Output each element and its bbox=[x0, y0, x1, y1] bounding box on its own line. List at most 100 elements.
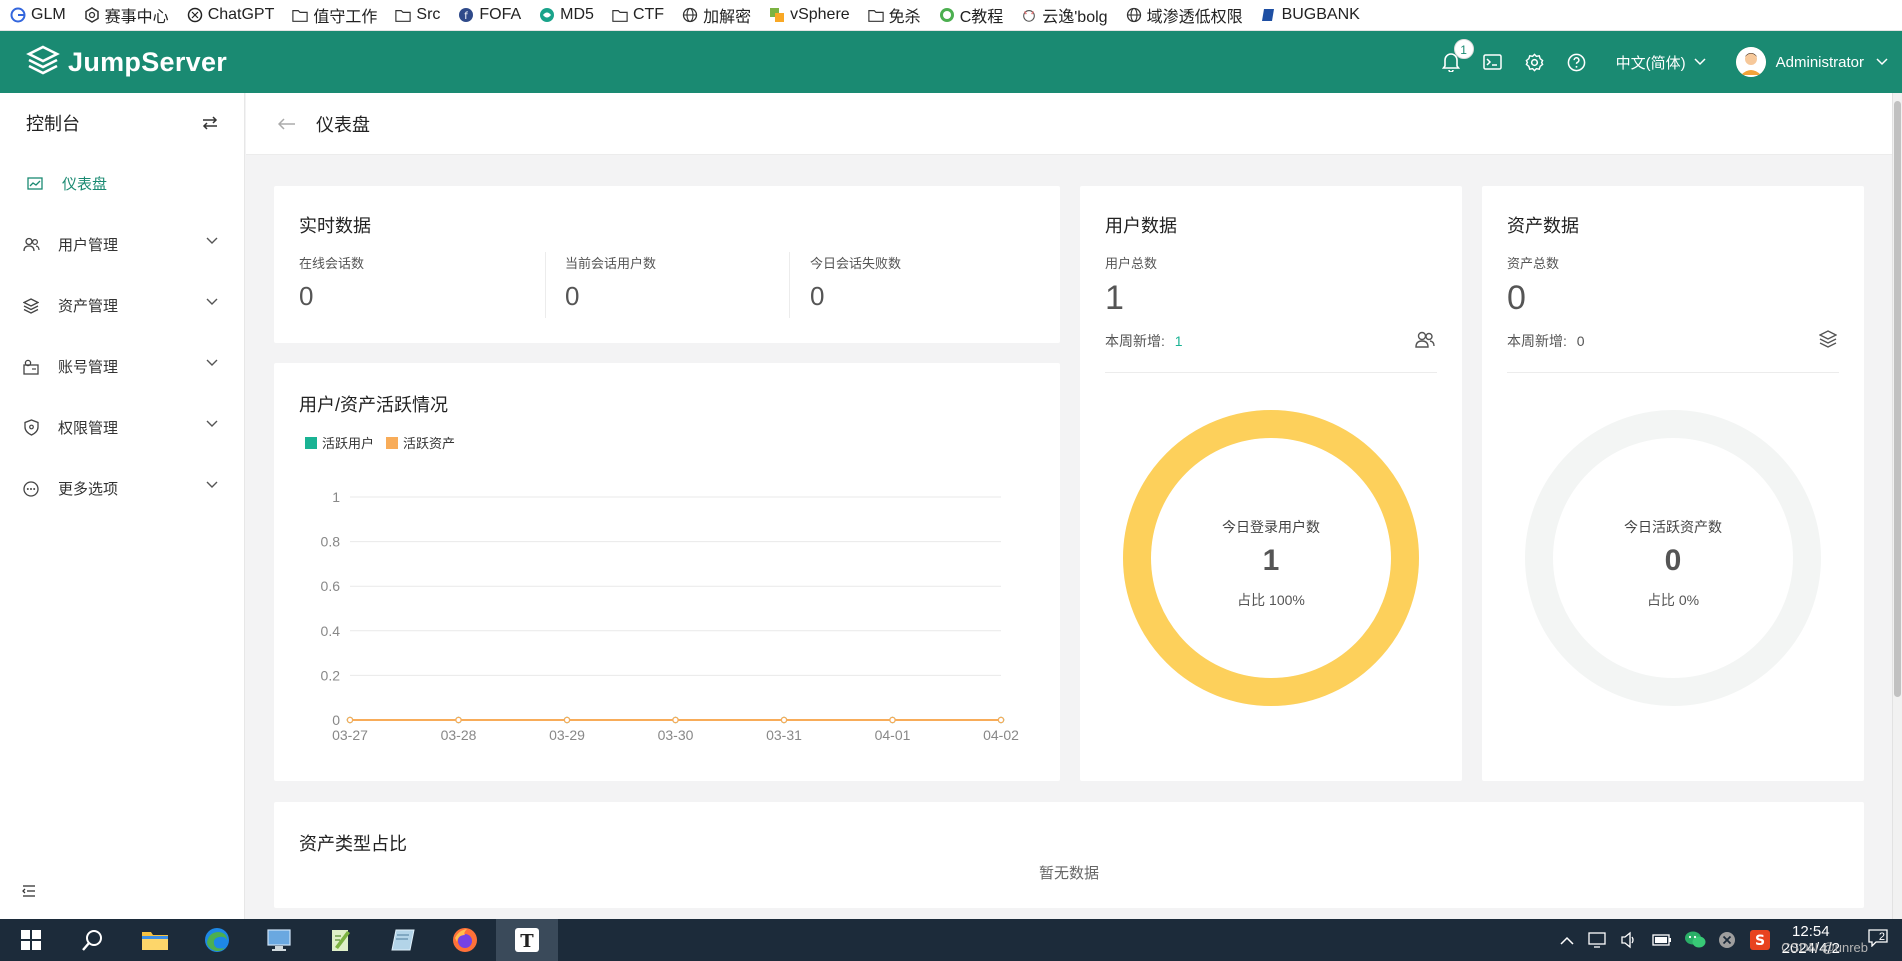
fofa-icon: f bbox=[458, 7, 474, 23]
back-arrow-icon[interactable] bbox=[278, 117, 296, 130]
sidebar-item-label: 更多选项 bbox=[58, 481, 119, 498]
taskbar-firefox[interactable] bbox=[434, 919, 496, 961]
realtime-card: 实时数据 在线会话数 0 当前会话用户数 0 今日会话失败数 0 bbox=[274, 186, 1060, 343]
network-icon[interactable] bbox=[1587, 931, 1608, 949]
settings-gear-icon[interactable] bbox=[1524, 51, 1546, 73]
accounts-icon bbox=[22, 358, 40, 376]
windows-logo-icon bbox=[21, 930, 41, 950]
bookmark-item[interactable]: vSphere bbox=[769, 6, 850, 24]
bookmark-item[interactable]: GLM bbox=[10, 6, 66, 24]
folder-icon bbox=[142, 932, 168, 950]
folder-icon bbox=[867, 7, 884, 23]
page-title: 仪表盘 bbox=[316, 114, 370, 135]
chatgpt-icon bbox=[187, 7, 203, 23]
y-tick-label: 0.4 bbox=[321, 623, 341, 639]
avatar bbox=[1735, 47, 1766, 77]
stat-label-online-sessions: 在线会话数 bbox=[299, 256, 365, 271]
bookmark-item[interactable]: 加解密 bbox=[682, 3, 751, 27]
search-button[interactable] bbox=[62, 919, 124, 961]
asset-types-card: 资产类型占比 暂无数据 bbox=[274, 802, 1864, 908]
username: Administrator bbox=[1775, 53, 1864, 71]
divider bbox=[1507, 372, 1839, 373]
bookmark-item[interactable]: C教程 bbox=[939, 3, 1003, 27]
bookmark-label: GLM bbox=[31, 6, 66, 23]
sogou-input-icon[interactable]: S bbox=[1749, 930, 1770, 950]
bookmark-item[interactable]: MD5 bbox=[539, 6, 594, 24]
taskbar-remote-desktop[interactable] bbox=[248, 919, 310, 961]
users-card: 用户数据 用户总数 1 本周新增: 1 今日登录用户数 1 占比 100% bbox=[1080, 186, 1462, 781]
sidebar-item-more[interactable]: 更多选项 bbox=[0, 458, 244, 519]
language-selector[interactable]: 中文(简体) bbox=[1616, 52, 1706, 73]
users-icon bbox=[1415, 331, 1435, 348]
bookmark-item[interactable]: 免杀 bbox=[867, 3, 921, 27]
terminal-icon[interactable] bbox=[1482, 51, 1504, 73]
bookmark-item[interactable]: 值守工作 bbox=[292, 3, 377, 27]
taskbar-file-explorer[interactable] bbox=[124, 919, 186, 961]
sidebar-item-accounts[interactable]: 账号管理 bbox=[0, 336, 244, 397]
stat-value-session-users: 0 bbox=[565, 281, 580, 311]
sidebar: 控制台 仪表盘 用户管理 资产管理 账号管理 权限管理更多选项 bbox=[0, 93, 245, 919]
taskbar-typora[interactable]: T bbox=[496, 919, 558, 961]
users-weekly-label: 本周新增: bbox=[1105, 333, 1165, 349]
notification-center[interactable]: 2 bbox=[1868, 928, 1888, 952]
taskbar-note-app[interactable] bbox=[372, 919, 434, 961]
bookmark-item[interactable]: 云逸'bolg bbox=[1021, 3, 1108, 27]
shield-icon bbox=[22, 419, 40, 437]
jumpserver-logo-icon bbox=[26, 45, 60, 75]
users-total-value: 1 bbox=[1105, 279, 1124, 317]
logo-text: JumpServer bbox=[68, 46, 228, 77]
stat-label-session-users: 当前会话用户数 bbox=[565, 256, 657, 271]
taskbar-edge[interactable] bbox=[186, 919, 248, 961]
start-button[interactable] bbox=[0, 919, 62, 961]
y-tick-label: 0.2 bbox=[321, 667, 341, 683]
help-icon[interactable] bbox=[1566, 51, 1588, 73]
collapse-sidebar-icon[interactable] bbox=[22, 885, 36, 897]
speaker-icon[interactable] bbox=[1620, 931, 1638, 949]
layers-icon bbox=[1819, 330, 1837, 348]
sidebar-item-shield[interactable]: 权限管理 bbox=[0, 397, 244, 458]
bell-icon[interactable]: 1 bbox=[1440, 39, 1474, 73]
assets-ring-value: 0 bbox=[1664, 544, 1682, 577]
scrollbar-thumb[interactable] bbox=[1894, 101, 1901, 697]
user-menu[interactable]: Administrator bbox=[1735, 47, 1888, 77]
bookmark-item[interactable]: Src bbox=[395, 6, 440, 24]
users-ring-label: 今日登录用户数 bbox=[1222, 519, 1320, 535]
chevron-down-icon bbox=[1694, 58, 1706, 66]
top-navbar: JumpServer 1 中文(简体) Administrator bbox=[0, 31, 1902, 93]
bookmark-item[interactable]: BUGBANK bbox=[1261, 6, 1360, 24]
chevron-down-icon bbox=[206, 420, 218, 427]
csdn-watermark: CSDN @unreb bbox=[1781, 940, 1868, 955]
bookmark-item[interactable]: CTF bbox=[612, 6, 664, 24]
folder-icon bbox=[612, 7, 628, 23]
data-point bbox=[563, 716, 571, 724]
taskbar-notepad-plus[interactable] bbox=[310, 919, 372, 961]
search-icon bbox=[82, 930, 102, 951]
users-ring-value: 1 bbox=[1262, 544, 1280, 577]
sidebar-item-users[interactable]: 用户管理 bbox=[0, 214, 244, 275]
bookmark-item[interactable]: 域渗透低权限 bbox=[1126, 3, 1243, 27]
x-tick-label: 04-02 bbox=[983, 727, 1019, 743]
activity-line-chart: 0 0.2 0.4 0.6 0.8 1 03-27 03-28 03-29 03-30 03-31 0… bbox=[321, 489, 1020, 743]
bookmark-item[interactable]: 赛事中心 bbox=[84, 3, 169, 27]
users-ring-pct: 占比 100% bbox=[1237, 592, 1305, 608]
chevron-down-icon bbox=[206, 481, 218, 488]
chevron-up-icon[interactable] bbox=[1560, 936, 1574, 945]
data-point bbox=[780, 716, 788, 724]
close-circle-icon[interactable] bbox=[1718, 931, 1736, 949]
sidebar-item-assets[interactable]: 资产管理 bbox=[0, 275, 244, 336]
sidebar-item-dashboard[interactable]: 仪表盘 bbox=[0, 153, 244, 214]
switch-view-icon[interactable] bbox=[202, 116, 218, 130]
empty-state-text: 暂无数据 bbox=[1038, 865, 1099, 882]
jumpserver-logo[interactable]: JumpServer bbox=[26, 45, 227, 79]
bookmark-label: BUGBANK bbox=[1281, 6, 1360, 23]
event-icon bbox=[84, 7, 100, 23]
assets-ring-pct: 占比 0% bbox=[1646, 592, 1700, 608]
bookmark-label: 加解密 bbox=[703, 9, 752, 26]
y-tick-label: 0 bbox=[332, 712, 340, 728]
sidebar-header: 控制台 bbox=[0, 93, 244, 153]
wechat-icon[interactable] bbox=[1684, 930, 1706, 950]
bookmark-item[interactable]: f FOFA bbox=[458, 6, 521, 24]
battery-icon[interactable] bbox=[1651, 933, 1672, 947]
bookmark-item[interactable]: ChatGPT bbox=[187, 6, 274, 24]
page-scrollbar[interactable] bbox=[1892, 93, 1902, 919]
